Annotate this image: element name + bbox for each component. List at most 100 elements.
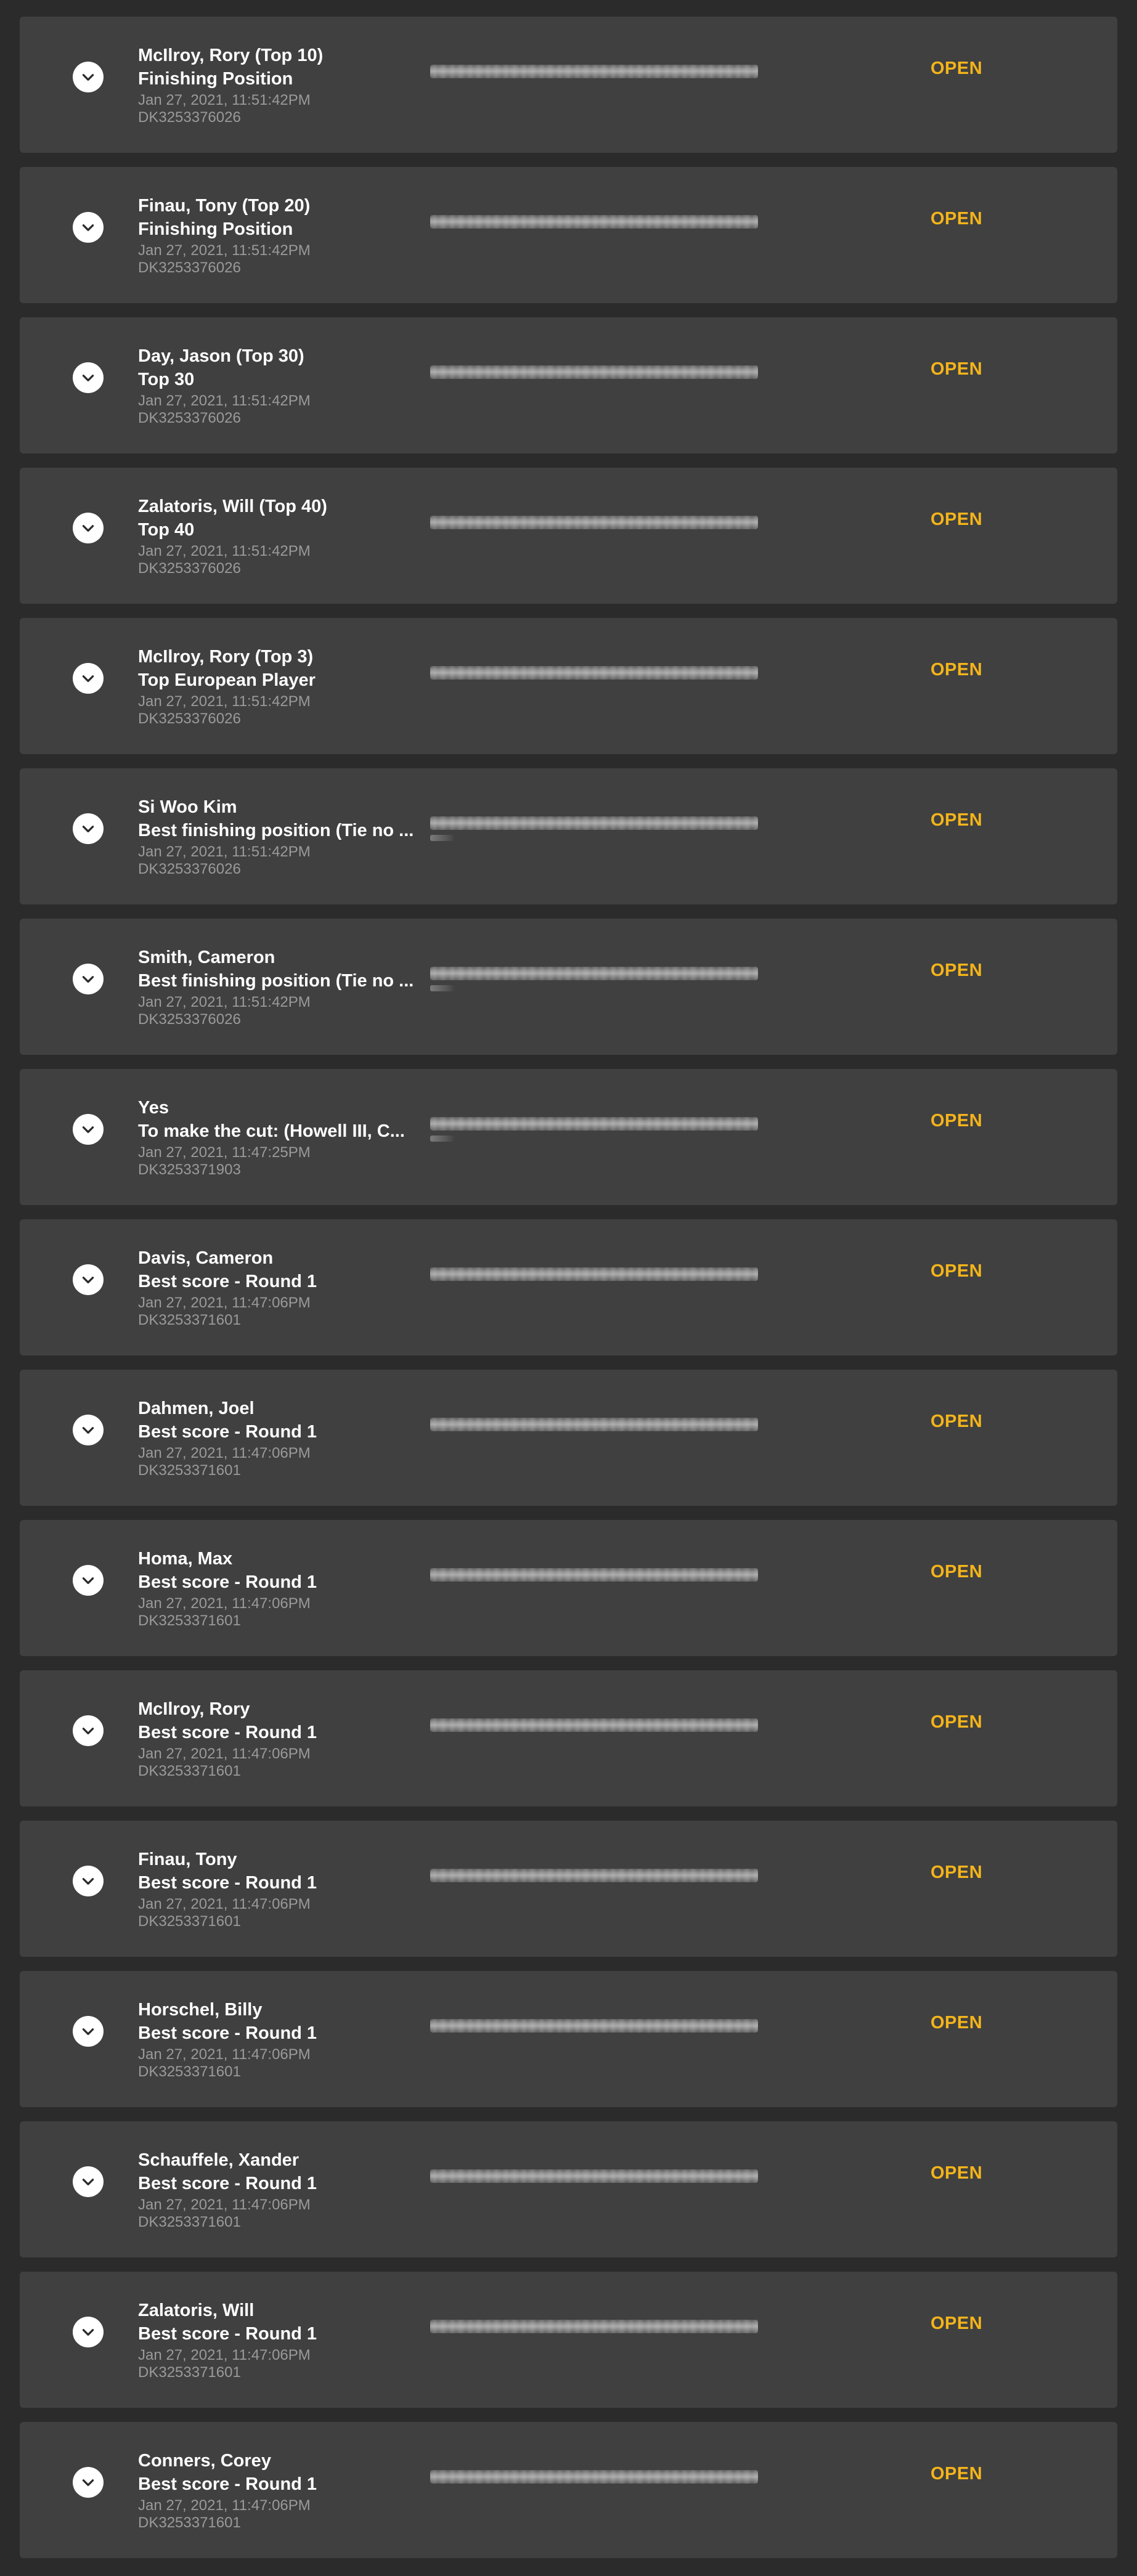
bet-selection: McIlroy, Rory bbox=[138, 1699, 250, 1719]
bet-id: DK3253376026 bbox=[138, 109, 241, 126]
bet-card[interactable]: McIlroy, Rory Best score - Round 1 Jan 2… bbox=[20, 1670, 1117, 1806]
bet-selection: Finau, Tony bbox=[138, 1850, 237, 1869]
chevron-down-icon bbox=[82, 525, 94, 532]
expand-toggle-button[interactable] bbox=[73, 212, 104, 243]
expand-toggle-button[interactable] bbox=[73, 1866, 104, 1896]
expand-toggle-button[interactable] bbox=[73, 813, 104, 844]
bet-status: OPEN bbox=[931, 1712, 983, 1732]
bet-id: DK3253371903 bbox=[138, 1161, 241, 1178]
bet-card[interactable]: Dahmen, Joel Best score - Round 1 Jan 27… bbox=[20, 1370, 1117, 1506]
bet-market: Best finishing position (Tie no ... bbox=[138, 821, 414, 840]
expand-toggle-button[interactable] bbox=[73, 2016, 104, 2047]
bet-info: Zalatoris, Will (Top 40) Top 40 Jan 27, … bbox=[138, 495, 415, 577]
bet-info: Dahmen, Joel Best score - Round 1 Jan 27… bbox=[138, 1397, 415, 1479]
redacted-odds-bar bbox=[430, 1267, 758, 1281]
chevron-down-icon bbox=[82, 1427, 94, 1434]
bet-card[interactable]: Zalatoris, Will (Top 40) Top 40 Jan 27, … bbox=[20, 468, 1117, 604]
redacted-odds-bar bbox=[430, 2470, 758, 2484]
bet-id: DK3253376026 bbox=[138, 1011, 241, 1028]
bet-market: Finishing Position bbox=[138, 69, 293, 89]
expand-toggle-button[interactable] bbox=[73, 2317, 104, 2347]
bet-info: Homa, Max Best score - Round 1 Jan 27, 2… bbox=[138, 1547, 415, 1630]
bet-market: Finishing Position bbox=[138, 219, 293, 239]
bet-selection: Davis, Cameron bbox=[138, 1248, 274, 1268]
expand-toggle-button[interactable] bbox=[73, 2467, 104, 2498]
bet-timestamp: Jan 27, 2021, 11:51:42PM bbox=[138, 92, 311, 108]
bet-info: Schauffele, Xander Best score - Round 1 … bbox=[138, 2148, 415, 2231]
bet-info: Zalatoris, Will Best score - Round 1 Jan… bbox=[138, 2299, 415, 2381]
bet-card[interactable]: Zalatoris, Will Best score - Round 1 Jan… bbox=[20, 2272, 1117, 2408]
bet-timestamp: Jan 27, 2021, 11:47:06PM bbox=[138, 2046, 311, 2063]
bet-id: DK3253376026 bbox=[138, 410, 241, 426]
bet-card[interactable]: Conners, Corey Best score - Round 1 Jan … bbox=[20, 2422, 1117, 2558]
expand-toggle-button[interactable] bbox=[73, 1114, 104, 1145]
bet-id: DK3253376026 bbox=[138, 560, 241, 577]
bet-id: DK3253371601 bbox=[138, 2214, 241, 2230]
bet-timestamp: Jan 27, 2021, 11:47:25PM bbox=[138, 1144, 311, 1161]
expand-toggle-button[interactable] bbox=[73, 1565, 104, 1596]
bet-status: OPEN bbox=[931, 2163, 983, 2183]
chevron-down-icon bbox=[82, 1126, 94, 1133]
bet-market: Best score - Round 1 bbox=[138, 1572, 317, 1592]
bet-id: DK3253371601 bbox=[138, 1763, 241, 1779]
bet-card[interactable]: Horschel, Billy Best score - Round 1 Jan… bbox=[20, 1971, 1117, 2107]
chevron-down-icon bbox=[82, 375, 94, 381]
chevron-down-icon bbox=[82, 2028, 94, 2035]
redacted-odds-bar-secondary bbox=[430, 835, 455, 841]
bet-status: OPEN bbox=[931, 2013, 983, 2033]
bet-timestamp: Jan 27, 2021, 11:51:42PM bbox=[138, 693, 311, 710]
expand-toggle-button[interactable] bbox=[73, 1715, 104, 1746]
chevron-down-icon bbox=[82, 74, 94, 81]
bet-timestamp: Jan 27, 2021, 11:47:06PM bbox=[138, 2347, 311, 2363]
bet-timestamp: Jan 27, 2021, 11:47:06PM bbox=[138, 1294, 311, 1311]
bet-card[interactable]: Si Woo Kim Best finishing position (Tie … bbox=[20, 768, 1117, 904]
bet-id: DK3253371601 bbox=[138, 1913, 241, 1930]
bet-selection: Schauffele, Xander bbox=[138, 2150, 300, 2170]
redacted-odds-bar bbox=[430, 2169, 758, 2183]
bet-timestamp: Jan 27, 2021, 11:51:42PM bbox=[138, 994, 311, 1010]
bet-card[interactable]: Finau, Tony (Top 20) Finishing Position … bbox=[20, 167, 1117, 303]
chevron-down-icon bbox=[82, 224, 94, 231]
bet-timestamp: Jan 27, 2021, 11:47:06PM bbox=[138, 1896, 311, 1912]
bet-id: DK3253376026 bbox=[138, 710, 241, 727]
bet-timestamp: Jan 27, 2021, 11:47:06PM bbox=[138, 1445, 311, 1461]
bet-status: OPEN bbox=[931, 660, 983, 680]
expand-toggle-button[interactable] bbox=[73, 1264, 104, 1295]
redacted-odds-bar bbox=[430, 516, 758, 529]
bet-id: DK3253376026 bbox=[138, 259, 241, 276]
expand-toggle-button[interactable] bbox=[73, 1415, 104, 1445]
bet-card[interactable]: Schauffele, Xander Best score - Round 1 … bbox=[20, 2121, 1117, 2257]
bet-card[interactable]: McIlroy, Rory (Top 10) Finishing Positio… bbox=[20, 17, 1117, 153]
bet-card[interactable]: Finau, Tony Best score - Round 1 Jan 27,… bbox=[20, 1821, 1117, 1957]
bet-selection: Smith, Cameron bbox=[138, 948, 275, 967]
bet-card[interactable]: Davis, Cameron Best score - Round 1 Jan … bbox=[20, 1219, 1117, 1355]
bet-status: OPEN bbox=[931, 510, 983, 529]
chevron-down-icon bbox=[82, 826, 94, 832]
bet-status: OPEN bbox=[931, 1562, 983, 1582]
bet-card[interactable]: McIlroy, Rory (Top 3) Top European Playe… bbox=[20, 618, 1117, 754]
bet-timestamp: Jan 27, 2021, 11:47:06PM bbox=[138, 2497, 311, 2514]
bet-status: OPEN bbox=[931, 1111, 983, 1131]
expand-toggle-button[interactable] bbox=[73, 663, 104, 694]
bet-id: DK3253371601 bbox=[138, 2063, 241, 2080]
bet-info: McIlroy, Rory (Top 3) Top European Playe… bbox=[138, 645, 415, 728]
chevron-down-icon bbox=[82, 1728, 94, 1734]
bet-info: Davis, Cameron Best score - Round 1 Jan … bbox=[138, 1246, 415, 1329]
bet-card[interactable]: Yes To make the cut: (Howell III, C... J… bbox=[20, 1069, 1117, 1205]
expand-toggle-button[interactable] bbox=[73, 964, 104, 994]
expand-toggle-button[interactable] bbox=[73, 62, 104, 92]
expand-toggle-button[interactable] bbox=[73, 513, 104, 543]
redacted-odds-bar bbox=[430, 215, 758, 229]
expand-toggle-button[interactable] bbox=[73, 2166, 104, 2197]
redacted-odds-bar bbox=[430, 2019, 758, 2033]
chevron-down-icon bbox=[82, 1577, 94, 1584]
bet-card[interactable]: Homa, Max Best score - Round 1 Jan 27, 2… bbox=[20, 1520, 1117, 1656]
redacted-odds-bar bbox=[430, 65, 758, 78]
bet-market: Top 40 bbox=[138, 520, 195, 540]
chevron-down-icon bbox=[82, 2479, 94, 2486]
bet-selection: Conners, Corey bbox=[138, 2451, 271, 2471]
bet-card[interactable]: Smith, Cameron Best finishing position (… bbox=[20, 919, 1117, 1055]
bet-card[interactable]: Day, Jason (Top 30) Top 30 Jan 27, 2021,… bbox=[20, 317, 1117, 453]
bet-id: DK3253371601 bbox=[138, 1312, 241, 1328]
expand-toggle-button[interactable] bbox=[73, 362, 104, 393]
